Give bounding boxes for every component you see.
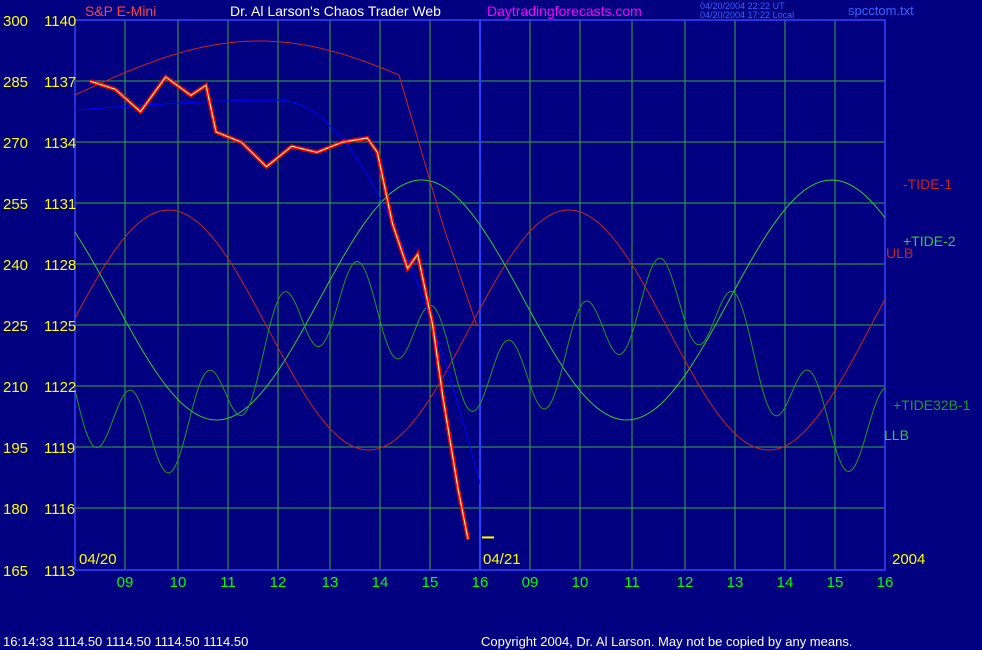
y-outer-tick-label: 255 [3,196,28,213]
x-tick-label: 13 [322,574,339,591]
price-line [89,74,471,540]
x-tick-label: 15 [422,574,439,591]
timestamp-local: 04/20/2004 17:22 Local [700,10,794,20]
x-tick-label: 10 [170,574,187,591]
date-label-1: 04/20 [79,551,117,568]
y-outer-tick-label: 225 [3,318,28,335]
series-label: ULB [886,245,913,261]
y-inner-tick-label: 1137 [44,74,76,91]
chart-root: 300 285 270 255 240 225 210 195 180 165 1140 1137 11… [0,0,982,650]
x-tick-label: 11 [220,574,236,591]
x-tick-label: 10 [572,574,589,591]
y-outer-tick-label: 270 [3,135,28,152]
x-tick-label: 11 [624,574,640,591]
y-inner-tick-label: 1128 [44,257,76,274]
chart-title: Dr. Al Larson's Chaos Trader Web [230,3,441,19]
y-inner-tick-label: 1119 [44,440,75,457]
x-tick-label: 16 [877,574,894,591]
date-label-2: 04/21 [483,551,521,568]
y-outer-tick-label: 285 [3,74,28,91]
y-outer-tick-label: 300 [3,13,28,30]
y-inner-tick-label: 1134 [44,135,76,152]
y-inner-tick-label: 1140 [44,13,76,30]
series-label: -TIDE-1 [903,176,952,192]
axes: 300 285 270 255 240 225 210 195 180 165 1140 1137 11… [3,13,925,591]
y-inner-tick-label: 1131 [44,196,76,213]
price-ma-line [89,76,469,540]
footer-copyright: Copyright 2004, Dr. Al Larson. May not b… [481,634,852,649]
x-tick-label: 09 [522,574,539,591]
x-tick-label: 14 [777,574,794,591]
y-outer-tick-label: 240 [3,257,28,274]
filename-label: spcctom.txt [848,3,914,18]
x-tick-label: 14 [372,574,389,591]
ulb-envelope [74,40,478,327]
x-tick-label: 16 [472,574,489,591]
y-inner-tick-label: 1113 [44,563,75,580]
site-label: Daytradingforecasts.com [487,3,642,19]
x-tick-label: 13 [727,574,744,591]
x-tick-label: 15 [827,574,844,591]
series-label: LLB [884,427,909,443]
y-outer-tick-label: 210 [3,379,28,396]
series-label: +TIDE32B-1 [893,397,971,413]
y-outer-tick-label: 195 [3,440,28,457]
y-inner-tick-label: 1116 [44,501,75,518]
y-inner-tick-label: 1125 [44,318,76,335]
price-series [89,74,494,540]
y-inner-tick-label: 1122 [44,379,76,396]
x-tick-label: 12 [677,574,694,591]
x-tick-label: 09 [117,574,134,591]
x-tick-label: 12 [270,574,287,591]
symbol-label: S&P E-Mini [85,3,156,19]
footer-quote: 16:14:33 1114.50 1114.50 1114.50 1114.50 [3,634,248,649]
y-outer-tick-label: 165 [3,563,28,580]
chaos-trader-chart: 300 285 270 255 240 225 210 195 180 165 1140 1137 11… [3,1,971,649]
y-outer-tick-label: 180 [3,501,28,518]
year-label: 2004 [892,551,925,568]
